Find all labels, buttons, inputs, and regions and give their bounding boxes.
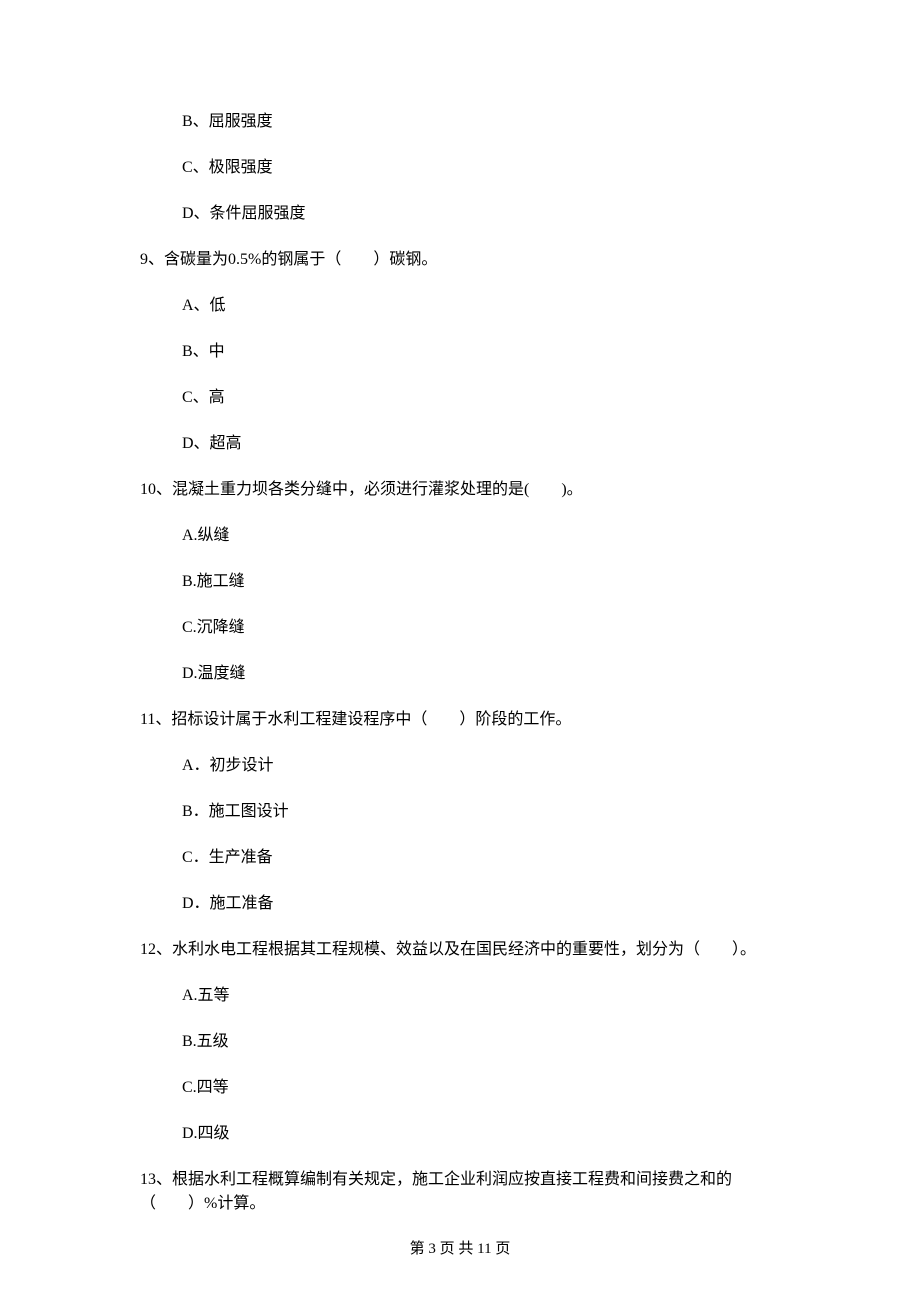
question-stem: 10、混凝土重力坝各类分缝中，必须进行灌浆处理的是( )。 <box>140 478 780 502</box>
question-10: 10、混凝土重力坝各类分缝中，必须进行灌浆处理的是( )。 A.纵缝 B.施工缝… <box>140 478 780 686</box>
option-block: A．初步设计 B．施工图设计 C．生产准备 D．施工准备 <box>182 754 780 916</box>
question-stem: 13、根据水利工程概算编制有关规定，施工企业利润应按直接工程费和间接费之和的（ … <box>140 1168 780 1216</box>
option-text: A.五等 <box>182 984 780 1008</box>
orphan-option-block: B、屈服强度 C、极限强度 D、条件屈服强度 <box>182 110 780 226</box>
option-text: C.沉降缝 <box>182 616 780 640</box>
question-stem: 12、水利水电工程根据其工程规模、效益以及在国民经济中的重要性，划分为（ ）。 <box>140 938 780 962</box>
question-9: 9、含碳量为0.5%的钢属于（ ）碳钢。 A、低 B、中 C、高 D、超高 <box>140 248 780 456</box>
option-block: A、低 B、中 C、高 D、超高 <box>182 294 780 456</box>
question-12: 12、水利水电工程根据其工程规模、效益以及在国民经济中的重要性，划分为（ ）。 … <box>140 938 780 1146</box>
option-block: A.五等 B.五级 C.四等 D.四级 <box>182 984 780 1146</box>
option-text: C、极限强度 <box>182 156 780 180</box>
option-text: A、低 <box>182 294 780 318</box>
page-footer: 第 3 页 共 11 页 <box>0 1238 920 1261</box>
option-text: D、超高 <box>182 432 780 456</box>
option-text: A．初步设计 <box>182 754 780 778</box>
question-13: 13、根据水利工程概算编制有关规定，施工企业利润应按直接工程费和间接费之和的（ … <box>140 1168 780 1216</box>
option-text: D、条件屈服强度 <box>182 202 780 226</box>
option-text: B.五级 <box>182 1030 780 1054</box>
option-text: C.四等 <box>182 1076 780 1100</box>
option-text: A.纵缝 <box>182 524 780 548</box>
option-text: B.施工缝 <box>182 570 780 594</box>
question-11: 11、招标设计属于水利工程建设程序中（ ）阶段的工作。 A．初步设计 B．施工图… <box>140 708 780 916</box>
option-text: D.四级 <box>182 1122 780 1146</box>
option-text: D.温度缝 <box>182 662 780 686</box>
document-page: B、屈服强度 C、极限强度 D、条件屈服强度 9、含碳量为0.5%的钢属于（ ）… <box>0 0 920 1302</box>
option-text: B．施工图设计 <box>182 800 780 824</box>
option-text: B、屈服强度 <box>182 110 780 134</box>
option-text: C．生产准备 <box>182 846 780 870</box>
option-text: C、高 <box>182 386 780 410</box>
option-text: D．施工准备 <box>182 892 780 916</box>
question-stem: 9、含碳量为0.5%的钢属于（ ）碳钢。 <box>140 248 780 272</box>
option-text: B、中 <box>182 340 780 364</box>
option-block: A.纵缝 B.施工缝 C.沉降缝 D.温度缝 <box>182 524 780 686</box>
question-stem: 11、招标设计属于水利工程建设程序中（ ）阶段的工作。 <box>140 708 780 732</box>
